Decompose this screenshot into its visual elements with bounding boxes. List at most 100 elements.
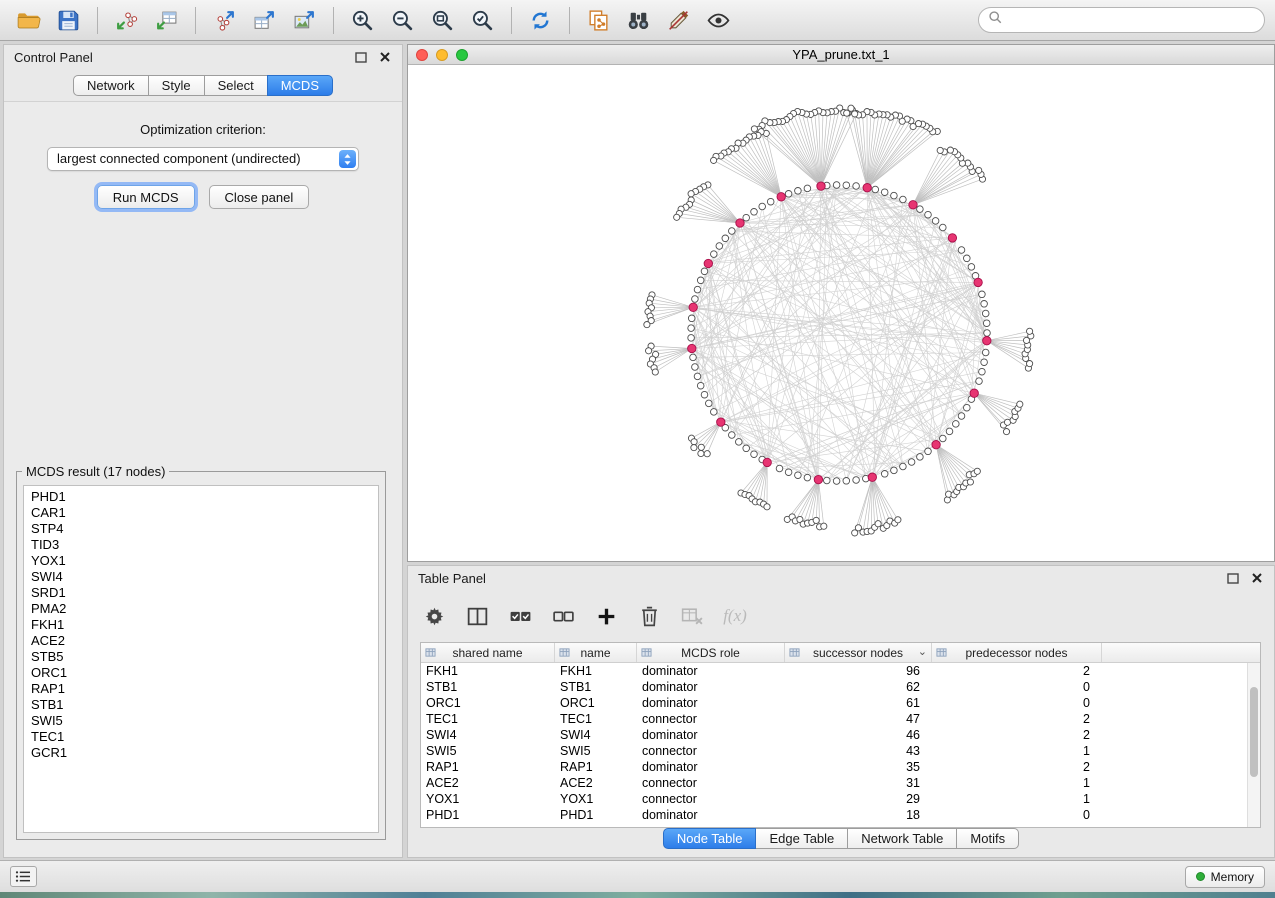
select-none-icon[interactable] (549, 602, 577, 630)
mcds-result-item[interactable]: TEC1 (31, 729, 371, 745)
tab-select[interactable]: Select (204, 75, 268, 96)
mcds-result-item[interactable]: PHD1 (31, 489, 371, 505)
tab-edge-table[interactable]: Edge Table (755, 828, 848, 849)
import-network-button[interactable] (108, 3, 145, 37)
tab-network-table[interactable]: Network Table (847, 828, 957, 849)
control-panel: Control Panel NetworkStyleSelectMCDS Opt… (3, 44, 403, 858)
mcds-result-item[interactable]: ORC1 (31, 665, 371, 681)
toolbar-separator (569, 7, 570, 34)
gear-icon[interactable] (420, 602, 448, 630)
table-cell: dominator (637, 679, 785, 695)
mcds-result-item[interactable]: RAP1 (31, 681, 371, 697)
select-all-icon[interactable] (506, 602, 534, 630)
table-row[interactable]: PHD1PHD1dominator180 (421, 807, 1260, 823)
table-header-row: shared namenameMCDS rolesuccessor nodes⌄… (421, 643, 1260, 663)
toolbar-separator (97, 7, 98, 34)
memory-status-dot (1196, 872, 1205, 881)
column-attr-icon (425, 647, 436, 661)
table-row[interactable]: ACE2ACE2connector311 (421, 775, 1260, 791)
tab-mcds[interactable]: MCDS (267, 75, 333, 96)
column-header-shared-name[interactable]: shared name (421, 643, 555, 662)
table-row[interactable]: STB1STB1dominator620 (421, 679, 1260, 695)
column-header-successor-nodes[interactable]: successor nodes⌄ (785, 643, 932, 662)
table-row[interactable]: SWI4SWI4dominator462 (421, 727, 1260, 743)
show-details-button[interactable] (700, 3, 737, 37)
mcds-result-item[interactable]: PMA2 (31, 601, 371, 617)
column-label: predecessor nodes (965, 646, 1067, 660)
float-panel-icon[interactable] (354, 50, 368, 64)
zoom-fit-button[interactable] (424, 3, 461, 37)
mcds-result-item[interactable]: STP4 (31, 521, 371, 537)
table-cell: 35 (785, 759, 932, 775)
node-table: shared namenameMCDS rolesuccessor nodes⌄… (420, 642, 1261, 828)
control-panel-title: Control Panel (14, 50, 93, 65)
zoom-out-button[interactable] (384, 3, 421, 37)
tab-style[interactable]: Style (148, 75, 205, 96)
delete-row-icon[interactable] (635, 602, 663, 630)
style-button[interactable] (660, 3, 697, 37)
network-window-titlebar[interactable]: YPA_prune.txt_1 (408, 45, 1274, 65)
chevron-down-icon[interactable]: ⌄ (918, 645, 927, 658)
criterion-select-value: largest connected component (undirected) (57, 151, 301, 166)
table-cell: SWI4 (555, 727, 637, 743)
table-row[interactable]: YOX1YOX1connector291 (421, 791, 1260, 807)
mcds-result-item[interactable]: STB5 (31, 649, 371, 665)
tab-motifs[interactable]: Motifs (956, 828, 1019, 849)
memory-button[interactable]: Memory (1185, 866, 1265, 888)
refresh-button[interactable] (522, 3, 559, 37)
column-attr-icon (789, 647, 800, 661)
float-table-panel-icon[interactable] (1226, 571, 1240, 585)
table-row[interactable]: FKH1FKH1dominator962 (421, 663, 1260, 679)
mcds-result-list[interactable]: PHD1CAR1STP4TID3YOX1SWI4SRD1PMA2FKH1ACE2… (23, 485, 379, 833)
import-table-button[interactable] (148, 3, 185, 37)
duplicate-network-button[interactable] (580, 3, 617, 37)
save-session-button[interactable] (50, 3, 87, 37)
mcds-result-item[interactable]: ACE2 (31, 633, 371, 649)
mcds-result-item[interactable]: SWI4 (31, 569, 371, 585)
close-panel-icon[interactable] (378, 50, 392, 64)
add-row-icon[interactable] (592, 602, 620, 630)
table-row[interactable]: SWI5SWI5connector431 (421, 743, 1260, 759)
criterion-select[interactable]: largest connected component (undirected) (47, 147, 359, 171)
table-cell: 2 (932, 711, 1102, 727)
table-scrollbar-thumb[interactable] (1250, 687, 1258, 777)
table-scrollbar[interactable] (1247, 663, 1260, 827)
mcds-result-item[interactable]: FKH1 (31, 617, 371, 633)
export-image-button[interactable] (286, 3, 323, 37)
zoom-selected-button[interactable] (464, 3, 501, 37)
zoom-in-button[interactable] (344, 3, 381, 37)
export-table-button[interactable] (246, 3, 283, 37)
table-row[interactable]: ORC1ORC1dominator610 (421, 695, 1260, 711)
open-file-button[interactable] (10, 3, 47, 37)
column-header-name[interactable]: name (555, 643, 637, 662)
export-network-button[interactable] (206, 3, 243, 37)
find-button[interactable] (620, 3, 657, 37)
mcds-result-item[interactable]: GCR1 (31, 745, 371, 761)
mcds-result-item[interactable]: SWI5 (31, 713, 371, 729)
mcds-tab-content: Optimization criterion: largest connecte… (4, 101, 402, 857)
status-menu-button[interactable] (10, 866, 37, 887)
mcds-result-item[interactable]: CAR1 (31, 505, 371, 521)
tab-network[interactable]: Network (73, 75, 149, 96)
network-canvas[interactable] (408, 65, 1274, 561)
column-header-mcds-role[interactable]: MCDS role (637, 643, 785, 662)
run-mcds-button[interactable]: Run MCDS (97, 185, 195, 209)
columns-icon[interactable] (463, 602, 491, 630)
tab-node-table[interactable]: Node Table (663, 828, 757, 849)
mcds-result-item[interactable]: TID3 (31, 537, 371, 553)
close-table-panel-icon[interactable] (1250, 571, 1264, 585)
table-row[interactable]: RAP1RAP1dominator352 (421, 759, 1260, 775)
table-row[interactable]: TEC1TEC1connector472 (421, 711, 1260, 727)
mcds-result-item[interactable]: SRD1 (31, 585, 371, 601)
table-cell: SWI4 (421, 727, 555, 743)
mcds-result-item[interactable]: YOX1 (31, 553, 371, 569)
mcds-result-item[interactable]: STB1 (31, 697, 371, 713)
search-box[interactable] (978, 7, 1265, 33)
memory-label: Memory (1211, 870, 1254, 884)
column-header-predecessor-nodes[interactable]: predecessor nodes (932, 643, 1102, 662)
close-panel-button[interactable]: Close panel (209, 185, 310, 209)
search-input[interactable] (1009, 12, 1255, 29)
table-cell: connector (637, 711, 785, 727)
app-window: Control Panel NetworkStyleSelectMCDS Opt… (0, 0, 1275, 898)
column-header-filler (1102, 643, 1260, 662)
